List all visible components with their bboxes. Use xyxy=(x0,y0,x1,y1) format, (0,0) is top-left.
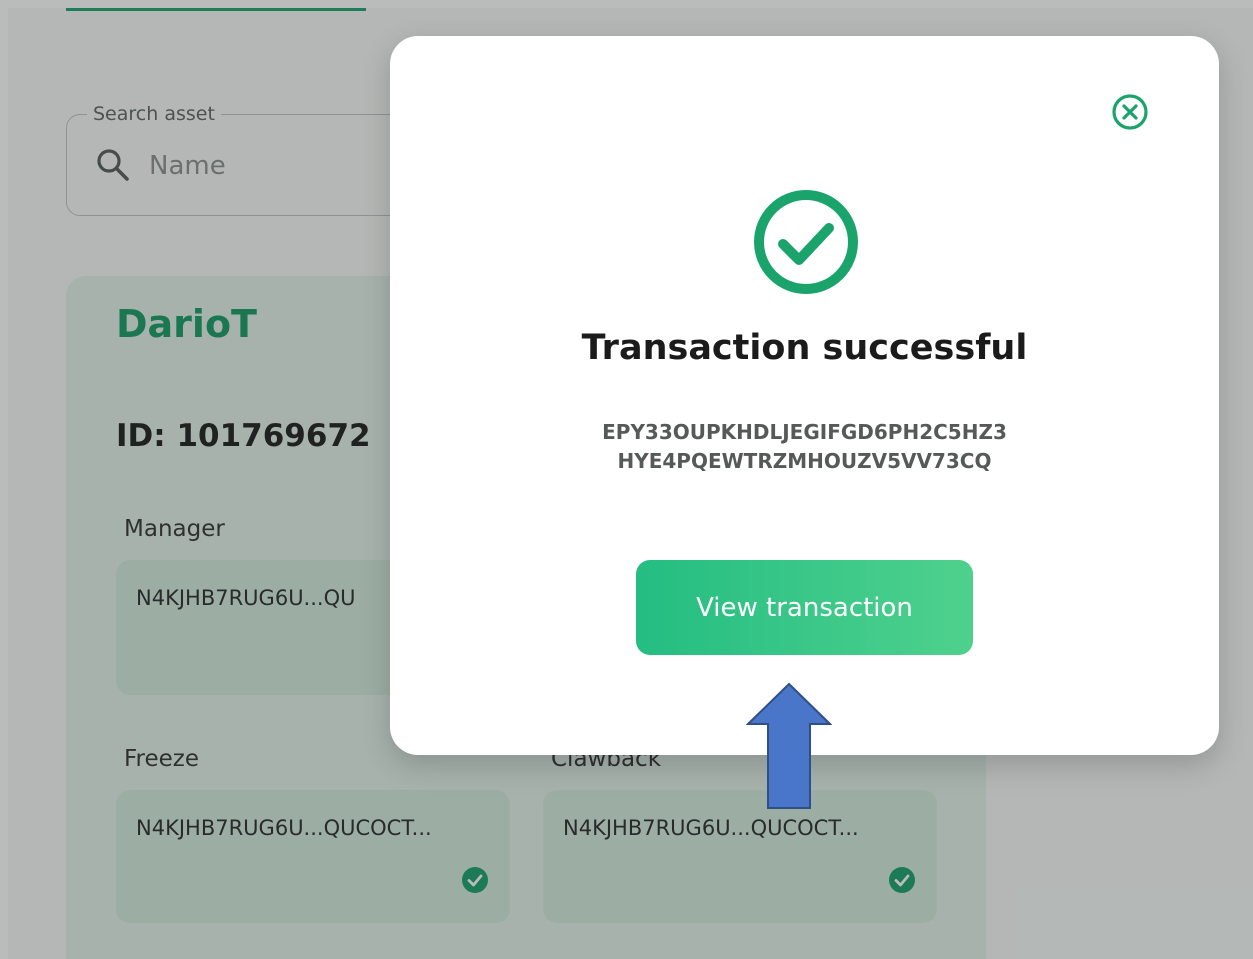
transaction-id-line-1: EPY33OUPKHDLJEGIFGD6PH2C5HZ3 xyxy=(602,420,1007,444)
close-button[interactable] xyxy=(1110,92,1150,132)
view-transaction-button[interactable]: View transaction xyxy=(636,560,973,655)
transaction-id: EPY33OUPKHDLJEGIFGD6PH2C5HZ3 HYE4PQEWTRZ… xyxy=(390,418,1219,476)
check-circle-icon xyxy=(754,190,858,294)
close-circle-icon xyxy=(1112,94,1148,130)
transaction-modal: Transaction successful EPY33OUPKHDLJEGIF… xyxy=(390,36,1219,755)
modal-title: Transaction successful xyxy=(581,328,1028,368)
transaction-id-line-2: HYE4PQEWTRZMHOUZV5VV73CQ xyxy=(617,449,992,473)
screen: Search asset DarioT ID: 101769672 Manage… xyxy=(0,0,1253,959)
up-arrow-annotation-icon xyxy=(746,682,832,809)
